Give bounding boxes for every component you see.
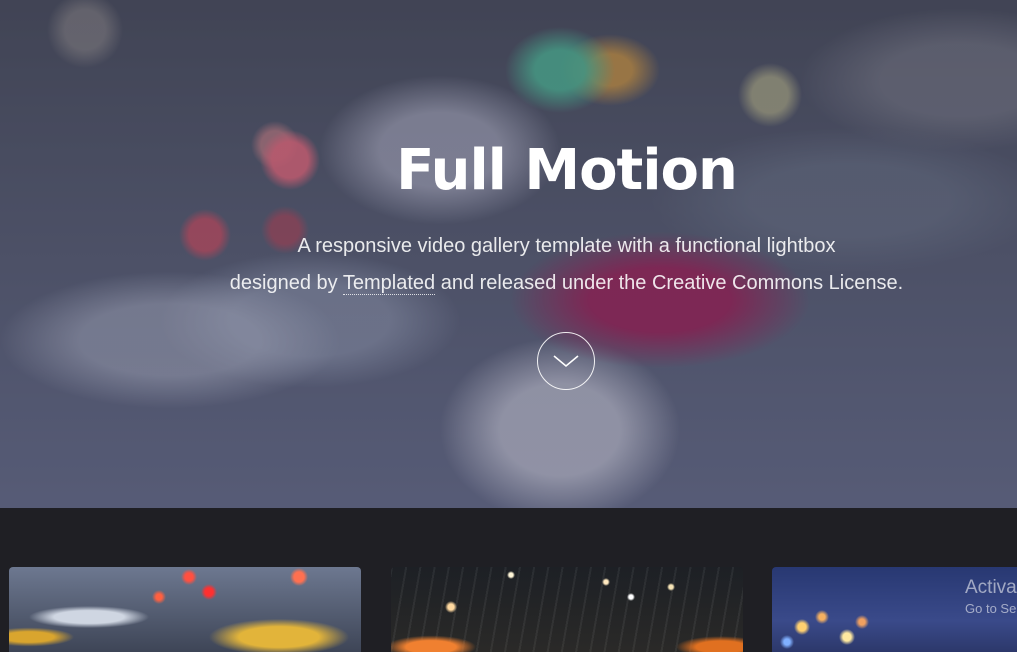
video-gallery [0,508,1017,652]
activation-watermark: Activa Go to Se [965,576,1017,618]
subtitle-line-1: A responsive video gallery template with… [297,235,836,257]
subtitle-prefix: designed by [229,272,343,294]
hero-content: Full Motion A responsive video gallery t… [0,0,1017,508]
watermark-subtitle: Go to Se [965,601,1017,616]
page-title: Full Motion [396,138,738,203]
gallery-thumbnail-city-night[interactable] [391,567,743,652]
subtitle-suffix: and released under the Creative Commons … [435,272,904,294]
scroll-down-button[interactable] [537,332,595,390]
gallery-thumbnail-traffic[interactable] [9,567,361,652]
templated-link[interactable]: Templated [342,272,436,295]
chevron-down-icon [553,355,579,368]
watermark-title: Activa [965,577,1017,598]
hero-banner: Full Motion A responsive video gallery t… [0,0,1017,508]
hero-subtitle: A responsive video gallery template with… [0,228,1017,302]
